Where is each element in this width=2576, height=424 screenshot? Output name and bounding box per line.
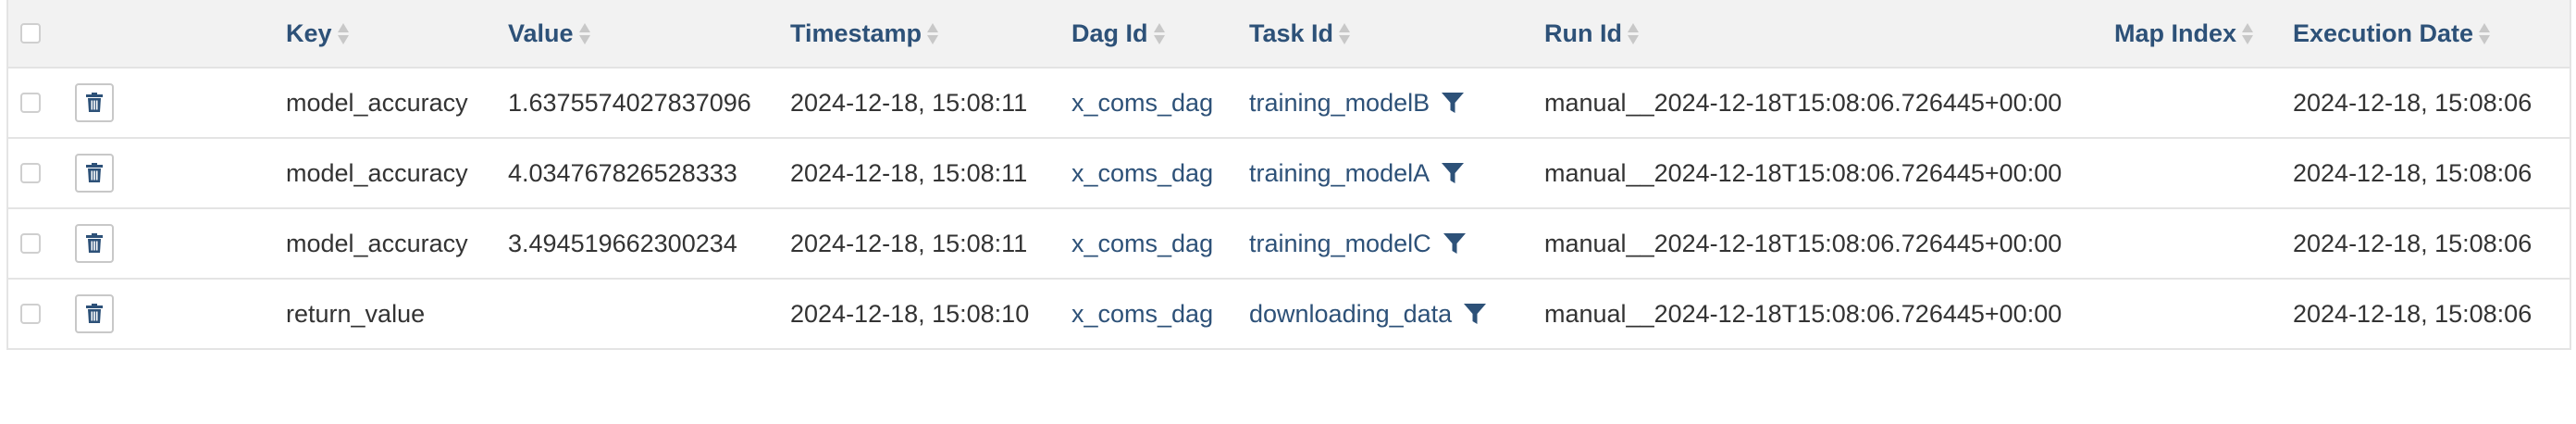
cell-key: return_value [286, 299, 426, 328]
table-row: model_accuracy 1.6375574027837096 2024-1… [8, 69, 2570, 139]
cell-execution-date: 2024-12-18, 15:08:06 [2293, 88, 2533, 117]
delete-button[interactable] [75, 83, 114, 122]
column-header-key[interactable]: Key [286, 0, 349, 67]
cell-key: model_accuracy [286, 229, 468, 257]
column-header-label: Run Id [1544, 19, 1622, 47]
row-select-cell [20, 280, 41, 348]
column-header-label: Value [508, 19, 574, 47]
select-all-checkbox[interactable] [20, 23, 41, 44]
column-header-dag-id[interactable]: Dag Id [1071, 0, 1165, 67]
cell-execution-date: 2024-12-18, 15:08:06 [2293, 229, 2533, 257]
cell-task-id: training_modelA [1249, 139, 1465, 207]
xcom-table: Key Value Timestamp Dag Id Task Id Run I… [6, 0, 2571, 350]
row-actions-cell [75, 209, 114, 278]
task-id-link[interactable]: training_modelC [1249, 230, 1431, 258]
row-select-cell [20, 209, 41, 278]
column-header-map-index[interactable]: Map Index [2114, 0, 2254, 67]
filter-icon[interactable] [1441, 91, 1465, 115]
dag-id-link[interactable]: x_coms_dag [1071, 209, 1213, 278]
table-row: model_accuracy 4.034767826528333 2024-12… [8, 139, 2570, 209]
trash-icon [86, 163, 103, 182]
cell-key: model_accuracy [286, 158, 468, 187]
cell-timestamp: 2024-12-18, 15:08:11 [790, 88, 1028, 117]
sort-icon[interactable] [2242, 19, 2254, 47]
select-all-cell [20, 0, 41, 67]
dag-id-link[interactable]: x_coms_dag [1071, 69, 1213, 137]
row-actions-cell [75, 280, 114, 348]
cell-run-id: manual__2024-12-18T15:08:06.726445+00:00 [1544, 229, 2062, 257]
column-header-label: Dag Id [1071, 19, 1148, 47]
cell-run-id: manual__2024-12-18T15:08:06.726445+00:00 [1544, 158, 2062, 187]
filter-icon[interactable] [1441, 161, 1465, 185]
sort-icon[interactable] [2479, 19, 2491, 47]
table-row: model_accuracy 3.494519662300234 2024-12… [8, 209, 2570, 280]
table-header: Key Value Timestamp Dag Id Task Id Run I… [8, 0, 2570, 69]
table-row: return_value 2024-12-18, 15:08:10 x_coms… [8, 280, 2570, 350]
cell-task-id: training_modelC [1249, 209, 1467, 278]
column-header-label: Map Index [2114, 19, 2237, 47]
sort-icon[interactable] [578, 19, 590, 47]
column-header-label: Task Id [1249, 19, 1334, 47]
sort-icon[interactable] [337, 19, 349, 47]
column-header-value[interactable]: Value [508, 0, 590, 67]
column-header-task-id[interactable]: Task Id [1249, 0, 1351, 67]
column-header-run-id[interactable]: Run Id [1544, 0, 1639, 67]
sort-icon[interactable] [1627, 19, 1639, 47]
column-header-label: Key [286, 19, 332, 47]
trash-icon [86, 93, 103, 112]
delete-button[interactable] [75, 224, 114, 263]
cell-value: 3.494519662300234 [508, 229, 737, 257]
row-checkbox[interactable] [20, 233, 41, 254]
sort-icon[interactable] [927, 19, 939, 47]
filter-icon[interactable] [1463, 302, 1487, 326]
dag-id-link[interactable]: x_coms_dag [1071, 139, 1213, 207]
row-select-cell [20, 69, 41, 137]
row-actions-cell [75, 69, 114, 137]
dag-id-link[interactable]: x_coms_dag [1071, 280, 1213, 348]
trash-icon [86, 304, 103, 323]
task-id-link[interactable]: training_modelB [1249, 89, 1430, 118]
cell-task-id: training_modelB [1249, 69, 1465, 137]
cell-value: 1.6375574027837096 [508, 88, 751, 117]
cell-run-id: manual__2024-12-18T15:08:06.726445+00:00 [1544, 88, 2062, 117]
cell-timestamp: 2024-12-18, 15:08:10 [790, 299, 1030, 328]
delete-button[interactable] [75, 294, 114, 333]
cell-timestamp: 2024-12-18, 15:08:11 [790, 229, 1028, 257]
column-header-label: Timestamp [790, 19, 923, 47]
cell-key: model_accuracy [286, 88, 468, 117]
row-checkbox[interactable] [20, 163, 41, 183]
cell-value: 4.034767826528333 [508, 158, 737, 187]
task-id-link[interactable]: training_modelA [1249, 159, 1430, 188]
column-header-timestamp[interactable]: Timestamp [790, 0, 939, 67]
cell-task-id: downloading_data [1249, 280, 1487, 348]
row-checkbox[interactable] [20, 93, 41, 113]
row-actions-cell [75, 139, 114, 207]
task-id-link[interactable]: downloading_data [1249, 300, 1452, 329]
row-checkbox[interactable] [20, 304, 41, 324]
cell-timestamp: 2024-12-18, 15:08:11 [790, 158, 1028, 187]
row-select-cell [20, 139, 41, 207]
cell-execution-date: 2024-12-18, 15:08:06 [2293, 299, 2533, 328]
filter-icon[interactable] [1443, 231, 1467, 256]
column-header-execution-date[interactable]: Execution Date [2293, 0, 2491, 67]
sort-icon[interactable] [1339, 19, 1351, 47]
column-header-label: Execution Date [2293, 19, 2474, 47]
cell-run-id: manual__2024-12-18T15:08:06.726445+00:00 [1544, 299, 2062, 328]
cell-execution-date: 2024-12-18, 15:08:06 [2293, 158, 2533, 187]
delete-button[interactable] [75, 154, 114, 193]
sort-icon[interactable] [1153, 19, 1165, 47]
trash-icon [86, 233, 103, 253]
